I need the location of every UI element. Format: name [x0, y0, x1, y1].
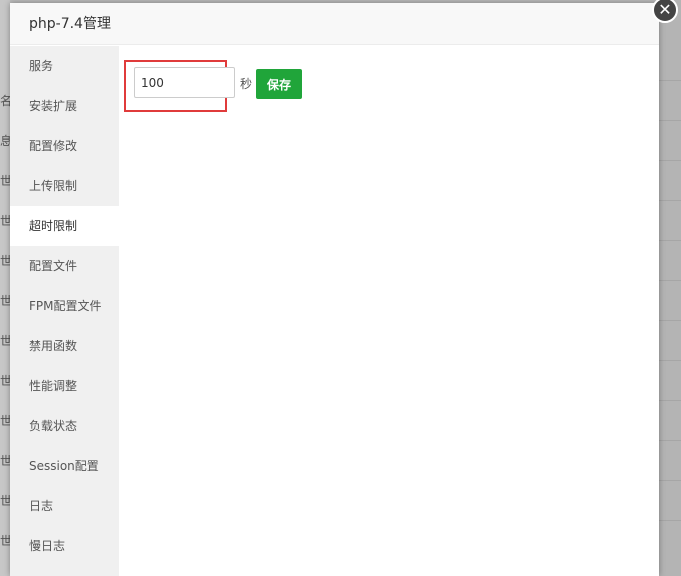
dialog-title: php-7.4管理 [29, 16, 111, 32]
sidebar-item-upload-limit[interactable]: 上传限制 [10, 166, 119, 206]
save-button[interactable]: 保存 [256, 69, 302, 99]
sidebar-item-fpm-config-file[interactable]: FPM配置文件 [10, 286, 119, 326]
background-divider [659, 240, 681, 241]
background-page [0, 0, 10, 576]
background-divider [659, 360, 681, 361]
timeout-panel: 秒 保存 [119, 46, 659, 576]
background-page-right [659, 0, 681, 576]
background-text: 世 [0, 294, 10, 308]
background-divider [659, 280, 681, 281]
background-text: 世 [0, 254, 10, 268]
sidebar-menu: 服务 安装扩展 配置修改 上传限制 超时限制 配置文件 FPM配置文件 禁用函数… [10, 46, 119, 576]
sidebar-item-log[interactable]: 日志 [10, 486, 119, 526]
background-text: 世 [0, 214, 10, 228]
background-divider [659, 520, 681, 521]
dialog-header: php-7.4管理 [10, 3, 659, 45]
php-manager-dialog: php-7.4管理 ✕ 服务 安装扩展 配置修改 上传限制 超时限制 配置文件 … [10, 0, 678, 576]
background-text: 名 [0, 94, 10, 108]
timeout-input[interactable] [134, 67, 235, 98]
background-divider [659, 120, 681, 121]
background-text: 世 [0, 454, 10, 468]
background-text: 世 [0, 534, 10, 548]
background-divider [659, 200, 681, 201]
sidebar-item-config-file[interactable]: 配置文件 [10, 246, 119, 286]
sidebar-item-service[interactable]: 服务 [10, 46, 119, 86]
background-text: 世 [0, 174, 10, 188]
unit-label: 秒 [240, 77, 253, 91]
background-text: 世 [0, 414, 10, 428]
sidebar-item-slow-log[interactable]: 慢日志 [10, 526, 119, 566]
sidebar-item-session-config[interactable]: Session配置 [10, 446, 119, 486]
background-divider [659, 440, 681, 441]
background-text: 息 [0, 134, 10, 148]
background-divider [659, 400, 681, 401]
background-divider [659, 160, 681, 161]
background-divider [659, 480, 681, 481]
background-text: 世 [0, 334, 10, 348]
sidebar-item-disabled-functions[interactable]: 禁用函数 [10, 326, 119, 366]
background-text: 世 [0, 494, 10, 508]
sidebar-item-load-status[interactable]: 负载状态 [10, 406, 119, 446]
background-divider [659, 320, 681, 321]
sidebar-item-config-edit[interactable]: 配置修改 [10, 126, 119, 166]
background-divider [659, 80, 681, 81]
sidebar-item-install-extensions[interactable]: 安装扩展 [10, 86, 119, 126]
background-text: 世 [0, 374, 10, 388]
sidebar-item-performance-tuning[interactable]: 性能调整 [10, 366, 119, 406]
sidebar-item-timeout-limit[interactable]: 超时限制 [10, 206, 119, 246]
